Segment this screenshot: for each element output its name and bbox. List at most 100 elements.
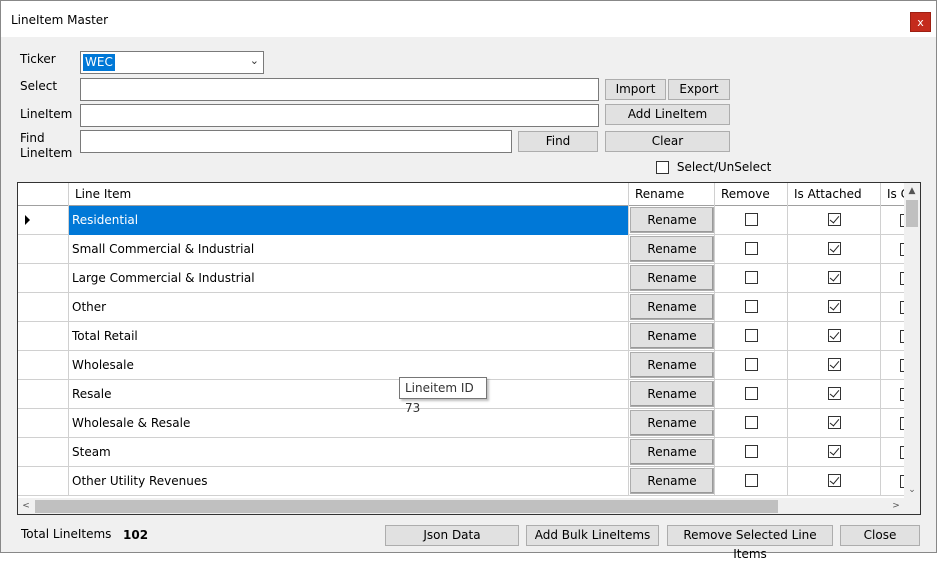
is-attached-checkbox[interactable] bbox=[827, 329, 841, 342]
table-row[interactable]: Large Commercial & Industrial Rename bbox=[18, 264, 904, 293]
is-c-cell bbox=[881, 467, 904, 496]
row-header[interactable] bbox=[18, 409, 69, 438]
line-item-cell[interactable]: Total Retail bbox=[69, 322, 629, 351]
rename-button[interactable]: Rename bbox=[630, 439, 714, 465]
table-row[interactable]: Steam Rename bbox=[18, 438, 904, 467]
remove-checkbox[interactable] bbox=[744, 300, 758, 313]
row-header[interactable] bbox=[18, 438, 69, 467]
is-attached-checkbox[interactable] bbox=[827, 387, 841, 400]
rename-button[interactable]: Rename bbox=[630, 207, 714, 233]
row-header[interactable] bbox=[18, 206, 69, 235]
is-c-cell bbox=[881, 264, 904, 293]
remove-cell bbox=[715, 235, 788, 264]
remove-checkbox[interactable] bbox=[744, 271, 758, 284]
scroll-up-icon[interactable]: ▲ bbox=[904, 183, 920, 199]
ticker-dropdown[interactable]: WEC ⌄ bbox=[80, 51, 264, 74]
rename-button[interactable]: Rename bbox=[630, 236, 714, 262]
rename-cell: Rename bbox=[629, 235, 715, 264]
rename-button[interactable]: Rename bbox=[630, 294, 714, 320]
rename-button[interactable]: Rename bbox=[630, 468, 714, 494]
ticker-label: Ticker bbox=[20, 52, 56, 66]
remove-checkbox[interactable] bbox=[744, 387, 758, 400]
import-button[interactable]: Import bbox=[605, 79, 666, 100]
line-item-cell[interactable]: Steam bbox=[69, 438, 629, 467]
column-header-remove[interactable]: Remove bbox=[715, 183, 788, 206]
row-header[interactable] bbox=[18, 293, 69, 322]
rename-button[interactable]: Rename bbox=[630, 265, 714, 291]
line-item-cell[interactable]: Other Utility Revenues bbox=[69, 467, 629, 496]
line-item-cell[interactable]: Small Commercial & Industrial bbox=[69, 235, 629, 264]
scroll-down-icon[interactable]: ⌄ bbox=[904, 482, 920, 498]
vertical-scrollbar[interactable]: ▲ ⌄ bbox=[904, 183, 920, 498]
row-header[interactable] bbox=[18, 467, 69, 496]
scroll-right-icon[interactable]: > bbox=[888, 498, 904, 514]
horizontal-scrollbar[interactable]: < > bbox=[18, 498, 904, 514]
is-attached-checkbox[interactable] bbox=[827, 271, 841, 284]
line-item-cell[interactable]: Wholesale & Resale bbox=[69, 409, 629, 438]
find-button[interactable]: Find bbox=[518, 131, 598, 152]
is-attached-checkbox[interactable] bbox=[827, 242, 841, 255]
column-header-rename[interactable]: Rename bbox=[629, 183, 715, 206]
column-header-is-c[interactable]: Is C bbox=[881, 183, 904, 206]
is-attached-checkbox[interactable] bbox=[827, 358, 841, 371]
remove-checkbox[interactable] bbox=[744, 416, 758, 429]
line-item-cell[interactable]: Residential bbox=[69, 206, 629, 235]
rename-cell: Rename bbox=[629, 351, 715, 380]
find-input[interactable] bbox=[80, 130, 512, 153]
is-attached-checkbox[interactable] bbox=[827, 213, 841, 226]
scroll-left-icon[interactable]: < bbox=[18, 498, 34, 514]
rename-button[interactable]: Rename bbox=[630, 352, 714, 378]
vertical-scroll-thumb[interactable] bbox=[906, 200, 918, 227]
rename-button[interactable]: Rename bbox=[630, 323, 714, 349]
select-unselect-checkbox[interactable]: Select/UnSelect bbox=[656, 160, 771, 176]
remove-checkbox[interactable] bbox=[744, 358, 758, 371]
remove-checkbox[interactable] bbox=[744, 474, 758, 487]
is-attached-checkbox[interactable] bbox=[827, 416, 841, 429]
close-button[interactable]: Close bbox=[840, 525, 920, 546]
is-attached-checkbox[interactable] bbox=[827, 445, 841, 458]
column-header-is-attached[interactable]: Is Attached bbox=[788, 183, 881, 206]
add-lineitem-button[interactable]: Add LineItem bbox=[605, 104, 730, 125]
remove-checkbox[interactable] bbox=[744, 213, 758, 226]
table-row[interactable]: Small Commercial & Industrial Rename bbox=[18, 235, 904, 264]
select-input[interactable] bbox=[80, 78, 599, 101]
remove-cell bbox=[715, 206, 788, 235]
column-header-line-item[interactable]: Line Item bbox=[69, 183, 629, 206]
table-row[interactable]: Residential Rename bbox=[18, 206, 904, 235]
total-lineitems-value: 102 bbox=[123, 528, 149, 542]
is-attached-cell bbox=[788, 380, 881, 409]
table-row[interactable]: Wholesale & Resale Rename bbox=[18, 409, 904, 438]
remove-checkbox[interactable] bbox=[744, 445, 758, 458]
remove-cell bbox=[715, 438, 788, 467]
horizontal-scroll-thumb[interactable] bbox=[35, 500, 778, 513]
export-button[interactable]: Export bbox=[668, 79, 730, 100]
line-item-cell[interactable]: Other bbox=[69, 293, 629, 322]
table-row[interactable]: Total Retail Rename bbox=[18, 322, 904, 351]
row-header[interactable] bbox=[18, 351, 69, 380]
row-header[interactable] bbox=[18, 380, 69, 409]
line-item-cell[interactable]: Wholesale bbox=[69, 351, 629, 380]
table-row[interactable]: Other Rename bbox=[18, 293, 904, 322]
table-row[interactable]: Wholesale Rename bbox=[18, 351, 904, 380]
row-header[interactable] bbox=[18, 235, 69, 264]
is-attached-checkbox[interactable] bbox=[827, 300, 841, 313]
scrollbar-corner bbox=[904, 498, 920, 514]
is-attached-cell bbox=[788, 409, 881, 438]
add-bulk-lineitems-button[interactable]: Add Bulk LineItems bbox=[526, 525, 659, 546]
remove-checkbox[interactable] bbox=[744, 242, 758, 255]
row-header[interactable] bbox=[18, 264, 69, 293]
lineitem-input[interactable] bbox=[80, 104, 599, 127]
row-header[interactable] bbox=[18, 322, 69, 351]
json-data-button[interactable]: Json Data bbox=[385, 525, 519, 546]
remove-checkbox[interactable] bbox=[744, 329, 758, 342]
close-window-button[interactable]: x bbox=[910, 12, 931, 32]
line-item-cell[interactable]: Large Commercial & Industrial bbox=[69, 264, 629, 293]
table-row[interactable]: Other Utility Revenues Rename bbox=[18, 467, 904, 496]
rename-button[interactable]: Rename bbox=[630, 410, 714, 436]
clear-button[interactable]: Clear bbox=[605, 131, 730, 152]
find-label-line2: LineItem bbox=[20, 146, 73, 160]
remove-selected-line-items-button[interactable]: Remove Selected Line Items bbox=[667, 525, 833, 561]
is-attached-checkbox[interactable] bbox=[827, 474, 841, 487]
rename-button[interactable]: Rename bbox=[630, 381, 714, 407]
line-item-cell[interactable]: Resale bbox=[69, 380, 629, 409]
